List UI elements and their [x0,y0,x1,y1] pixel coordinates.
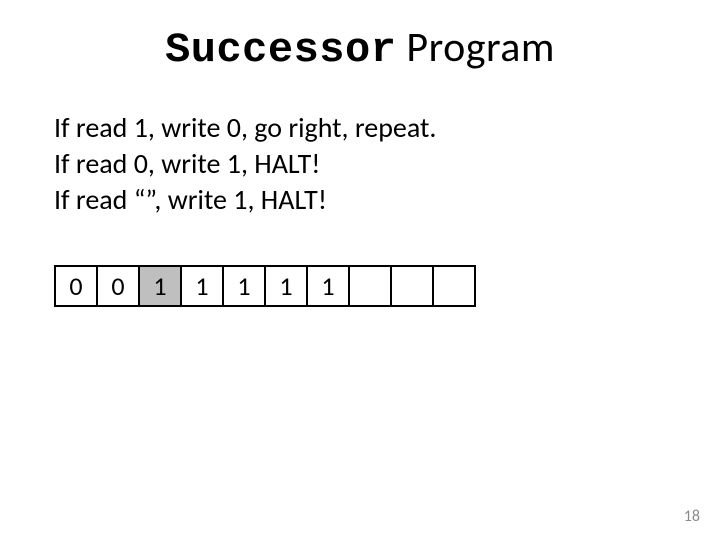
tape-cell: 1 [140,267,182,305]
title-program-name: Successor [165,26,396,74]
tape-cell [434,267,476,305]
program-rules: If read 1, write 0, go right, repeat. If… [54,110,436,217]
title-suffix: Program [396,22,555,73]
slide: Successor Program If read 1, write 0, go… [0,0,720,540]
tape-cell [350,267,392,305]
rule-line-3: If read “”, write 1, HALT! [54,182,436,218]
tape-cell: 0 [98,267,140,305]
tape-cell [392,267,434,305]
tape: 0011111 [54,265,476,307]
rule-line-2: If read 0, write 1, HALT! [54,146,436,182]
slide-title: Successor Program [0,22,720,74]
tape-cell: 0 [56,267,98,305]
rule-line-1: If read 1, write 0, go right, repeat. [54,110,436,146]
tape-cell: 1 [224,267,266,305]
page-number: 18 [684,507,700,526]
tape-cell: 1 [308,267,350,305]
tape-cell: 1 [266,267,308,305]
tape-cell: 1 [182,267,224,305]
